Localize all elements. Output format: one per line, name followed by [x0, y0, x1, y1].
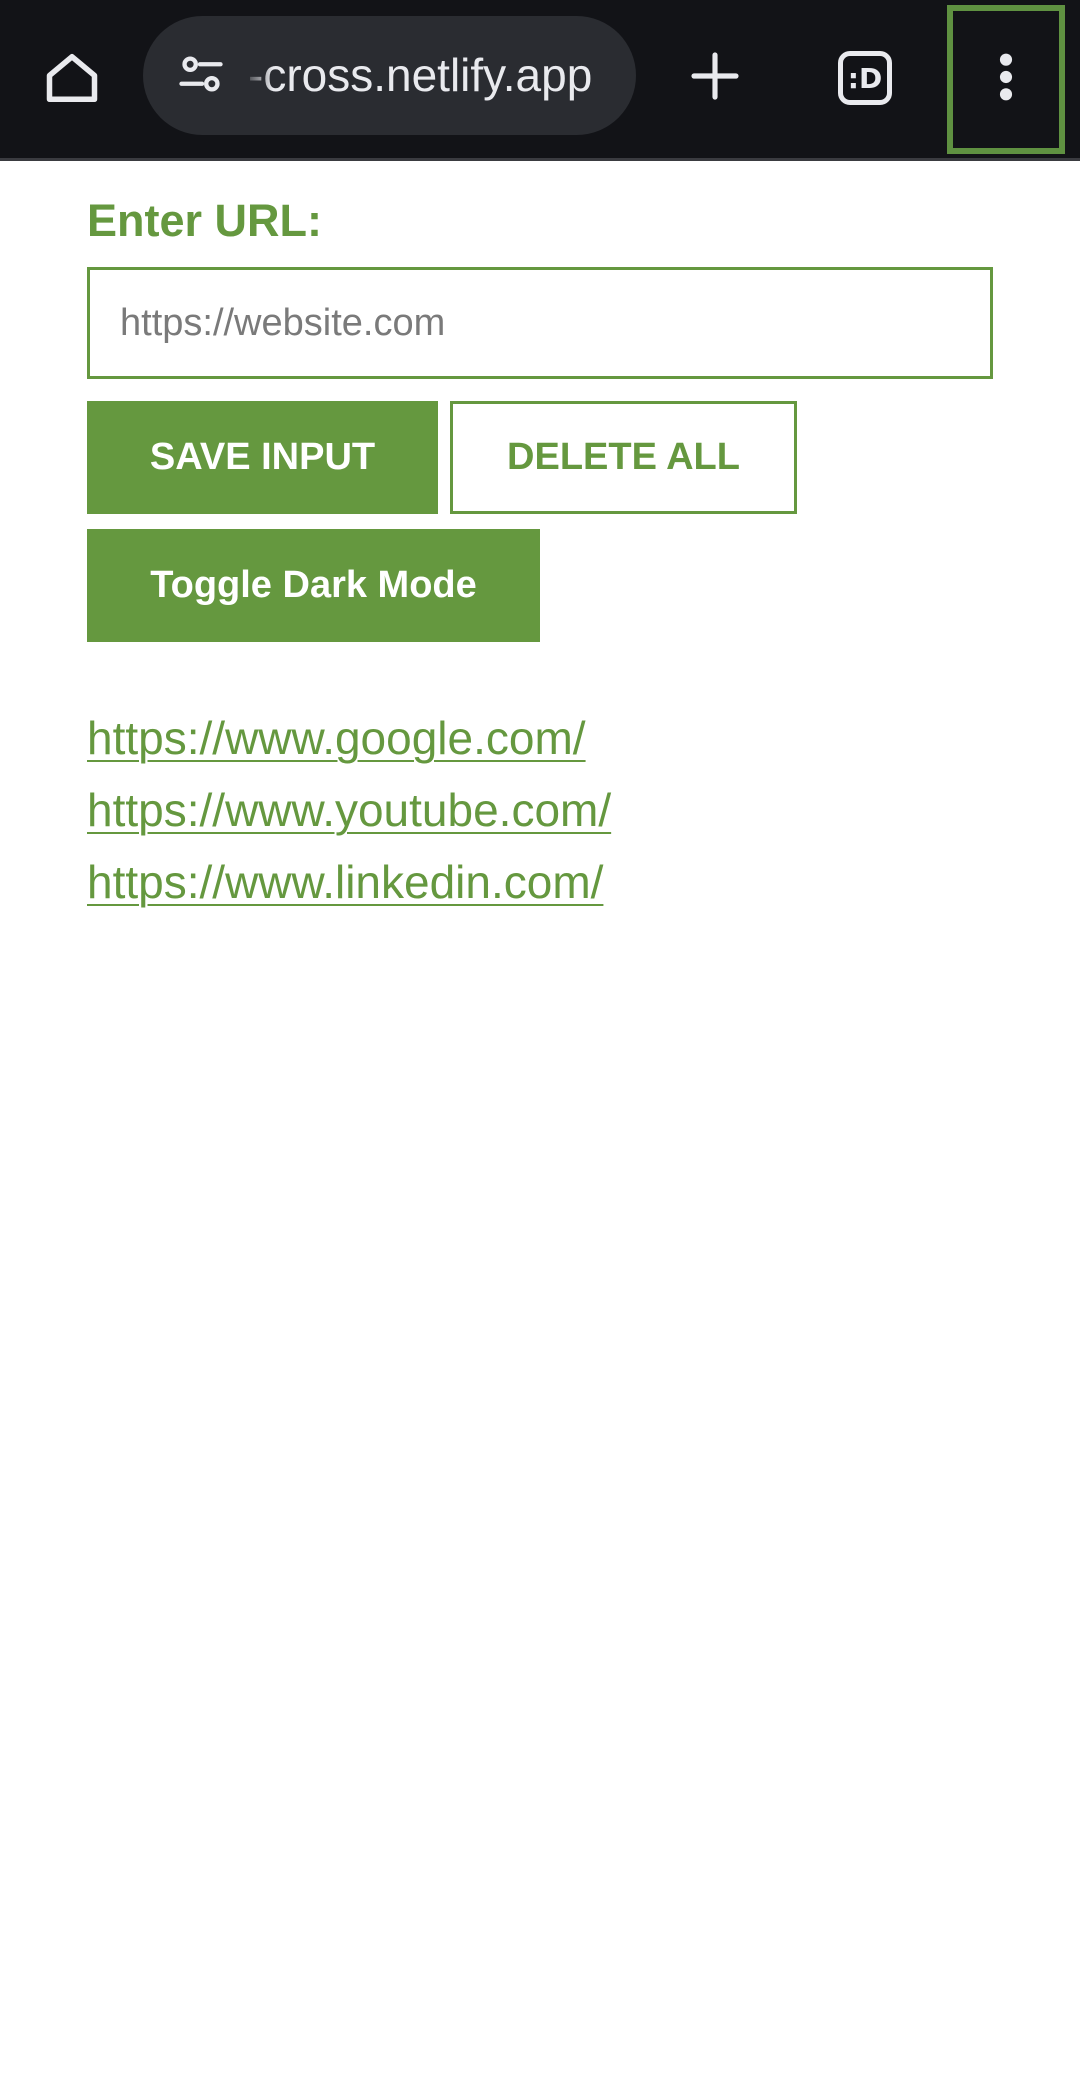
plus-icon — [687, 48, 743, 109]
home-button[interactable] — [30, 38, 114, 122]
list-item: https://www.google.com/ — [87, 702, 993, 774]
saved-link[interactable]: https://www.google.com/ — [87, 712, 586, 764]
list-item: https://www.youtube.com/ — [87, 774, 993, 846]
url-label: Enter URL: — [87, 195, 322, 246]
browser-toolbar: -cross.netlify.app :D — [0, 0, 1080, 161]
saved-link[interactable]: https://www.linkedin.com/ — [87, 856, 603, 908]
delete-all-button[interactable]: DELETE ALL — [450, 401, 797, 514]
address-bar[interactable]: -cross.netlify.app — [143, 16, 636, 135]
url-text: -cross.netlify.app — [248, 49, 593, 101]
list-item: https://www.linkedin.com/ — [87, 846, 993, 918]
save-input-button[interactable]: SAVE INPUT — [87, 401, 438, 514]
toggle-dark-mode-button[interactable]: Toggle Dark Mode — [87, 529, 540, 642]
home-icon — [42, 48, 102, 113]
tab-count: :D — [838, 51, 892, 105]
browser-menu-button[interactable] — [947, 5, 1065, 154]
url-fade — [243, 16, 273, 135]
new-tab-button[interactable] — [670, 33, 760, 123]
more-vertical-icon — [996, 51, 1016, 108]
saved-link[interactable]: https://www.youtube.com/ — [87, 784, 611, 836]
url-input[interactable] — [87, 267, 993, 379]
tab-switcher-button[interactable]: :D — [820, 33, 910, 123]
tune-icon — [175, 48, 227, 105]
saved-links-list: https://www.google.com/ https://www.yout… — [87, 702, 993, 918]
site-settings-button[interactable] — [163, 38, 239, 114]
action-buttons: SAVE INPUT DELETE ALL — [87, 401, 993, 514]
app-content: Enter URL: SAVE INPUT DELETE ALL Toggle … — [87, 190, 993, 918]
